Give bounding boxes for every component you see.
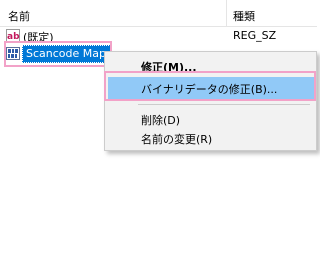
- column-divider[interactable]: [226, 0, 227, 26]
- annotation-highlight-box: [104, 71, 316, 101]
- menu-separator: [138, 104, 310, 105]
- context-menu: 修正(M)... バイナリデータの修正(B)... 削除(D) 名前の変更(R): [104, 51, 317, 151]
- value-type: REG_SZ: [233, 29, 277, 42]
- list-header: 名前 種類: [0, 0, 317, 27]
- column-header-type[interactable]: 種類: [233, 8, 255, 24]
- menu-item-rename[interactable]: 名前の変更(R): [108, 127, 314, 149]
- menu-item-label: 削除(D): [141, 114, 181, 127]
- annotation-highlight-box: [4, 41, 112, 67]
- column-header-name[interactable]: 名前: [8, 8, 30, 24]
- menu-item-label: 名前の変更(R): [141, 133, 213, 146]
